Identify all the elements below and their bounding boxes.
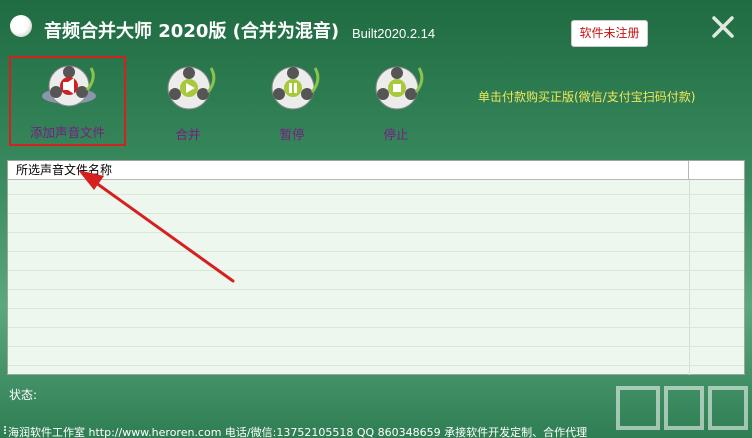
speaker-disc-icon [41,65,96,107]
add-sound-file-label: 添加声音文件 [29,125,105,140]
buy-license-link[interactable]: 单击付款购买正版(微信/支付宝扫码付款) [478,88,695,105]
stop-label: 停止 [383,127,409,142]
list-header: 所选声音文件名称 [8,161,744,180]
app-icon [10,15,32,37]
column-header-extra[interactable] [689,161,745,180]
row-gridline [8,270,744,271]
title-bar[interactable]: 音频合并大师 2020版 (合并为混音) Built2020.2.14 软件未注… [0,0,752,56]
row-gridline [8,251,744,252]
sound-file-list[interactable]: 所选声音文件名称 [7,160,745,375]
row-gridline [8,327,744,328]
list-rows [8,180,744,375]
watermark-logo [616,386,748,430]
app-window: 音频合并大师 2020版 (合并为混音) Built2020.2.14 软件未注… [0,0,752,438]
row-gridline [8,346,744,347]
register-button[interactable]: 软件未注册 [571,20,648,47]
row-gridline [8,289,744,290]
merge-button[interactable]: 合并 [133,58,243,148]
pause-button[interactable]: 暂停 [237,58,347,148]
row-gridline [8,213,744,214]
pause-label: 暂停 [279,127,305,142]
pause-disc-icon [271,66,320,110]
stop-disc-icon [375,66,424,110]
row-gridline [8,232,744,233]
status-label: 状态: [9,388,38,402]
play-disc-icon [167,66,216,110]
row-gridline [8,365,744,366]
app-title: 音频合并大师 2020版 (合并为混音) [44,21,340,42]
footer-info: 海润软件工作室 http://www.heroren.com 电话/微信:137… [8,426,588,438]
close-icon[interactable] [706,10,740,44]
column-header-file-name[interactable]: 所选声音文件名称 [8,161,689,180]
add-sound-file-button[interactable]: 添加声音文件 [9,56,126,146]
app-version: Built2020.2.14 [352,26,436,41]
stop-button[interactable]: 停止 [341,58,451,148]
merge-label: 合并 [175,127,201,142]
row-gridline [8,308,744,309]
row-gridline [8,194,744,195]
